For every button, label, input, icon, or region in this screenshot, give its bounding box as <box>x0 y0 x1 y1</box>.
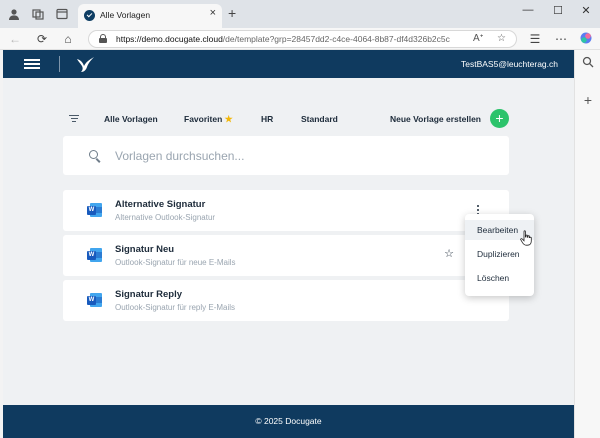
add-sidebar-icon[interactable]: + <box>581 92 595 108</box>
favorite-toggle-icon[interactable]: ☆ <box>444 247 454 260</box>
read-aloud-icon[interactable]: Aᐩ <box>473 33 484 44</box>
browser-tab-active[interactable]: Alle Vorlagen × <box>78 4 222 28</box>
new-tab-icon[interactable]: + <box>228 5 236 21</box>
template-row[interactable]: W Signatur Neu Outlook-Signatur für neue… <box>63 235 509 276</box>
template-context-menu: Bearbeiten Duplizieren Löschen <box>465 214 534 296</box>
copilot-icon[interactable] <box>578 31 594 47</box>
template-name: Signatur Neu <box>115 244 175 255</box>
template-search-input[interactable]: Vorlagen durchsuchen... <box>63 136 509 175</box>
search-sidebar-icon[interactable] <box>581 56 595 70</box>
back-icon[interactable]: ← <box>7 31 23 47</box>
template-description: Outlook-Signatur für neue E-Mails <box>115 258 236 267</box>
app-footer: © 2025 Docugate <box>3 405 574 438</box>
browser-tab-strip: Alle Vorlagen × + — ☐ ✕ <box>0 0 600 28</box>
filter-all-templates[interactable]: Alle Vorlagen <box>104 114 158 124</box>
create-template-label[interactable]: Neue Vorlage erstellen <box>390 114 481 124</box>
hamburger-menu-icon[interactable] <box>24 59 40 69</box>
tab-actions-icon[interactable] <box>55 7 69 21</box>
more-options-icon[interactable]: ⋯ <box>553 31 569 47</box>
hand-pointer-cursor-icon <box>520 230 532 246</box>
docugate-favicon-icon <box>84 10 95 21</box>
template-name: Alternative Signatur <box>115 199 206 210</box>
maximize-icon[interactable]: ☐ <box>548 4 568 17</box>
user-account[interactable]: TestBAS5@leuchterag.ch <box>461 59 558 69</box>
profile-icon[interactable] <box>7 7 21 21</box>
filter-icon[interactable] <box>69 115 79 123</box>
word-document-icon: W <box>87 203 102 217</box>
header-divider <box>59 56 60 72</box>
template-description: Outlook-Signatur für reply E-Mails <box>115 303 236 312</box>
template-name: Signatur Reply <box>115 289 183 300</box>
filter-favorites[interactable]: Favoriten ★ <box>184 114 233 125</box>
create-template-button[interactable]: + <box>490 109 509 128</box>
close-tab-icon[interactable]: × <box>210 7 216 19</box>
favorites-list-icon[interactable]: ☰ <box>527 31 543 47</box>
template-row[interactable]: W Signatur Reply Outlook-Signatur für re… <box>63 280 509 321</box>
home-icon[interactable]: ⌂ <box>60 31 76 47</box>
close-window-icon[interactable]: ✕ <box>576 4 596 17</box>
refresh-icon[interactable]: ⟳ <box>34 31 50 47</box>
search-icon <box>89 150 98 159</box>
url-field[interactable]: https://demo.docugate.cloud/de/template?… <box>88 30 517 48</box>
workspaces-icon[interactable] <box>31 7 45 21</box>
star-filled-icon: ★ <box>224 114 233 124</box>
tab-title: Alle Vorlagen <box>100 10 151 20</box>
filter-standard[interactable]: Standard <box>301 114 338 124</box>
filter-hr[interactable]: HR <box>261 114 273 124</box>
edge-sidebar: + <box>574 50 600 438</box>
lock-icon[interactable] <box>99 34 107 43</box>
docugate-bird-logo-icon[interactable] <box>75 54 95 74</box>
menu-item-delete[interactable]: Löschen <box>465 268 534 288</box>
url-text: https://demo.docugate.cloud/de/template?… <box>116 34 450 44</box>
app-header: TestBAS5@leuchterag.ch <box>3 50 574 78</box>
minimize-icon[interactable]: — <box>518 4 538 16</box>
footer-copyright: © 2025 Docugate <box>255 416 322 426</box>
filter-bar: Alle Vorlagen Favoriten ★ HR Standard Ne… <box>63 108 509 130</box>
template-description: Alternative Outlook-Signatur <box>115 213 216 222</box>
word-document-icon: W <box>87 248 102 262</box>
template-row[interactable]: W Alternative Signatur Alternative Outlo… <box>63 190 509 231</box>
word-document-icon: W <box>87 293 102 307</box>
filter-favorites-label: Favoriten <box>184 114 223 124</box>
menu-item-duplicate[interactable]: Duplizieren <box>465 244 534 264</box>
address-bar-row: ← ⟳ ⌂ https://demo.docugate.cloud/de/tem… <box>0 28 600 50</box>
search-placeholder: Vorlagen durchsuchen... <box>115 149 245 163</box>
favorite-star-icon[interactable]: ☆ <box>497 33 506 44</box>
